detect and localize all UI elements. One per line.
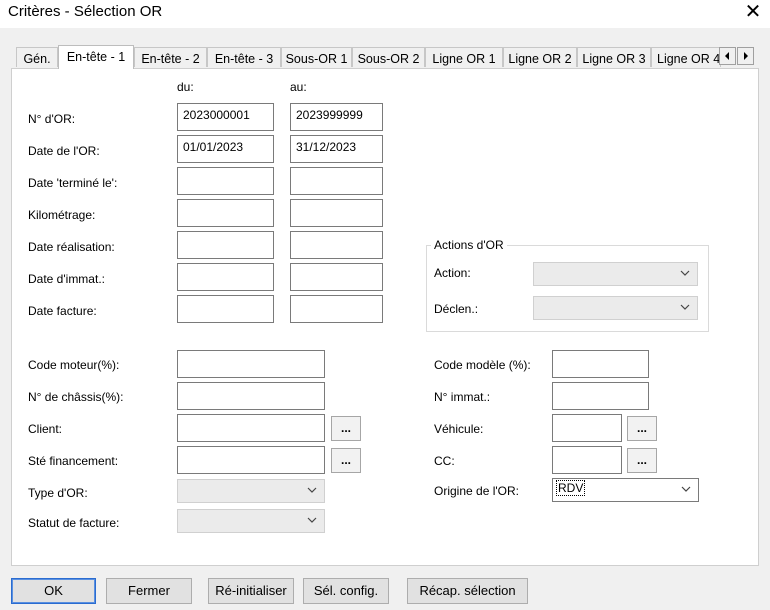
date-immat-from-input[interactable] xyxy=(177,263,274,291)
date-facture-from-input[interactable] xyxy=(177,295,274,323)
chevron-down-icon xyxy=(307,517,317,523)
tab-scroll-right-button[interactable] xyxy=(737,47,754,65)
origine-label: Origine de l'OR: xyxy=(434,484,519,498)
type-or-label: Type d'OR: xyxy=(28,486,88,500)
vehicule-input[interactable] xyxy=(552,414,622,442)
row-label-kilometrage: Kilométrage: xyxy=(28,208,96,222)
chevron-down-icon xyxy=(681,486,691,492)
financement-browse-button[interactable]: ... xyxy=(331,448,361,473)
financement-label: Sté financement: xyxy=(28,454,119,468)
tab-gen[interactable]: Gén. xyxy=(16,47,58,67)
statut-facture-select[interactable] xyxy=(177,509,325,533)
reinitialiser-button[interactable]: Ré-initialiser xyxy=(208,578,294,604)
row-label-date-realisation: Date réalisation: xyxy=(28,240,115,254)
tab-sous-or-1[interactable]: Sous-OR 1 xyxy=(281,47,352,67)
recap-selection-button[interactable]: Récap. sélection xyxy=(407,578,528,604)
tab-label: En-tête - 1 xyxy=(66,50,126,64)
client-browse-button[interactable]: ... xyxy=(331,416,361,441)
chevron-down-icon xyxy=(307,487,317,493)
row-label-date-facture: Date facture: xyxy=(28,304,97,318)
tab-label: Ligne OR 4 xyxy=(657,52,721,66)
chevron-down-icon xyxy=(680,270,690,276)
tab-label: Ligne OR 2 xyxy=(508,52,572,66)
declen-label: Déclen.: xyxy=(434,302,479,316)
date-or-to-input[interactable]: 31/12/2023 xyxy=(290,135,383,163)
cc-label: CC: xyxy=(434,454,455,468)
tab-label: Gén. xyxy=(23,52,51,66)
no-or-to-input[interactable]: 2023999999 xyxy=(290,103,383,131)
action-label: Action: xyxy=(434,266,471,280)
action-select[interactable] xyxy=(533,262,698,286)
ok-button[interactable]: OK xyxy=(11,578,96,604)
statut-facture-label: Statut de facture: xyxy=(28,516,120,530)
sel-config-button[interactable]: Sél. config. xyxy=(303,578,389,604)
tab-ligne-or-4[interactable]: Ligne OR 4 xyxy=(651,47,721,67)
type-or-select[interactable] xyxy=(177,479,325,503)
cc-input[interactable] xyxy=(552,446,622,474)
tab-en-tete-1[interactable]: En-tête - 1 xyxy=(58,45,134,69)
tab-sous-or-2[interactable]: Sous-OR 2 xyxy=(352,47,425,67)
tab-label: Ligne OR 1 xyxy=(432,52,496,66)
date-immat-to-input[interactable] xyxy=(290,263,383,291)
vehicule-label: Véhicule: xyxy=(434,422,484,436)
tab-ligne-or-1[interactable]: Ligne OR 1 xyxy=(425,47,503,67)
date-realisation-to-input[interactable] xyxy=(290,231,383,259)
date-termine-from-input[interactable] xyxy=(177,167,274,195)
financement-input[interactable] xyxy=(177,446,325,474)
vehicule-browse-button[interactable]: ... xyxy=(627,416,657,441)
chassis-label: N° de châssis(%): xyxy=(28,390,124,404)
tab-label: Ligne OR 3 xyxy=(582,52,646,66)
chassis-input[interactable] xyxy=(177,382,325,410)
au-header: au: xyxy=(290,80,307,94)
window-title: Critères - Sélection OR xyxy=(8,3,163,20)
tab-scroll-left-button[interactable] xyxy=(719,47,736,65)
row-label-no-or: N° d'OR: xyxy=(28,112,76,126)
tab-en-tete-2[interactable]: En-tête - 2 xyxy=(134,47,207,67)
tab-label: En-tête - 3 xyxy=(214,52,274,66)
row-label-date-or: Date de l'OR: xyxy=(28,144,100,158)
immat-label: N° immat.: xyxy=(434,390,491,404)
immat-input[interactable] xyxy=(552,382,649,410)
fermer-button[interactable]: Fermer xyxy=(106,578,192,604)
arrow-right-icon xyxy=(744,52,748,60)
arrow-left-icon xyxy=(725,52,729,60)
code-moteur-input[interactable] xyxy=(177,350,325,378)
du-header: du: xyxy=(177,80,194,94)
code-modele-input[interactable] xyxy=(552,350,649,378)
date-realisation-from-input[interactable] xyxy=(177,231,274,259)
no-or-from-input[interactable]: 2023000001 xyxy=(177,103,274,131)
tab-ligne-or-2[interactable]: Ligne OR 2 xyxy=(503,47,577,67)
cc-browse-button[interactable]: ... xyxy=(627,448,657,473)
kilometrage-from-input[interactable] xyxy=(177,199,274,227)
code-modele-label: Code modèle (%): xyxy=(434,358,531,372)
actions-or-group-title: Actions d'OR xyxy=(431,238,507,252)
tab-label: Sous-OR 2 xyxy=(357,52,420,66)
origine-select[interactable]: RDV xyxy=(552,478,699,502)
date-termine-to-input[interactable] xyxy=(290,167,383,195)
chevron-down-icon xyxy=(680,304,690,310)
code-moteur-label: Code moteur(%): xyxy=(28,358,120,372)
tab-label: Sous-OR 1 xyxy=(285,52,348,66)
client-input[interactable] xyxy=(177,414,325,442)
row-label-date-immat: Date d'immat.: xyxy=(28,272,105,286)
kilometrage-to-input[interactable] xyxy=(290,199,383,227)
row-label-date-termine: Date 'terminé le': xyxy=(28,176,118,190)
origine-select-value: RDV xyxy=(556,480,586,496)
client-label: Client: xyxy=(28,422,63,436)
tab-en-tete-3[interactable]: En-tête - 3 xyxy=(207,47,281,67)
date-or-from-input[interactable]: 01/01/2023 xyxy=(177,135,274,163)
tab-ligne-or-3[interactable]: Ligne OR 3 xyxy=(577,47,651,67)
declen-select[interactable] xyxy=(533,296,698,320)
date-facture-to-input[interactable] xyxy=(290,295,383,323)
tab-label: En-tête - 2 xyxy=(141,52,200,66)
close-icon[interactable]: ✕ xyxy=(742,0,764,24)
